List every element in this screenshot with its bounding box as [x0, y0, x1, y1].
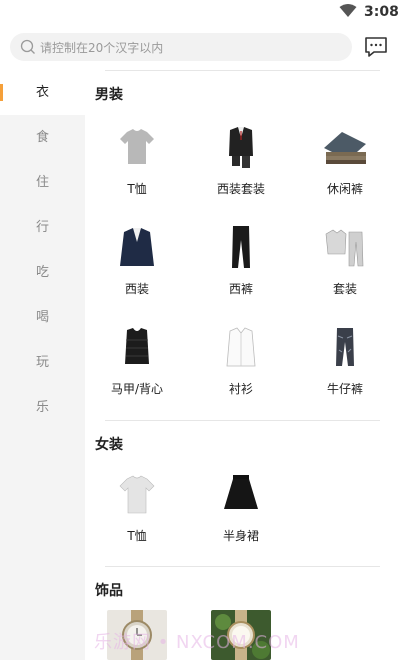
wifi-icon — [339, 4, 357, 17]
category-sidebar: 衣 食 住 行 吃 喝 玩 乐 — [0, 70, 85, 660]
product-tile[interactable]: 套装 — [293, 222, 397, 312]
product-tile[interactable]: 西裤 — [189, 222, 293, 312]
sidebar-item-drink[interactable]: 喝 — [0, 295, 85, 340]
message-icon[interactable] — [364, 36, 388, 58]
product-label: 马甲/背心 — [110, 382, 164, 396]
product-tile[interactable]: 衬衫 — [189, 322, 293, 412]
casual-pants-icon — [324, 132, 366, 164]
jeans-icon — [336, 328, 354, 366]
product-tile[interactable]: 休闲裤 — [293, 122, 397, 212]
sidebar-item-play[interactable]: 玩 — [0, 340, 85, 385]
section-title-womens: 女装 — [95, 437, 123, 453]
search-icon — [20, 39, 35, 54]
tshirt-icon — [120, 129, 154, 164]
trousers-icon — [232, 226, 250, 268]
product-label: 牛仔裤 — [326, 382, 363, 396]
divider — [105, 566, 380, 567]
sidebar-item-food[interactable]: 食 — [0, 115, 85, 160]
section-title-mens: 男装 — [95, 87, 123, 103]
product-label: 衬衫 — [228, 382, 253, 396]
search-input[interactable]: 请控制在20个汉字以内 — [10, 33, 352, 61]
clock: 3:08 — [364, 4, 399, 20]
category-content: 男装 T恤 西装套装 休闲裤 西装 西裤 套装 马甲/背心 衬衫 牛仔裤 女装 … — [85, 70, 400, 660]
product-tile[interactable]: T恤 — [85, 122, 189, 212]
product-label: 套装 — [332, 282, 357, 296]
product-label: T恤 — [127, 182, 147, 196]
tshirt-icon — [119, 475, 155, 514]
skirt-icon — [224, 475, 258, 509]
section-title-accessories: 饰品 — [95, 583, 123, 599]
blazer-icon — [120, 228, 154, 266]
sidebar-item-housing[interactable]: 住 — [0, 160, 85, 205]
watermark: 乐游网 • NXCOM.COM — [94, 632, 300, 653]
sidebar-item-travel[interactable]: 行 — [0, 205, 85, 250]
product-tile[interactable]: 牛仔裤 — [293, 322, 397, 412]
product-tile[interactable]: 西装 — [85, 222, 189, 312]
product-label: 半身裙 — [222, 529, 259, 543]
product-tile[interactable]: T恤 — [85, 469, 189, 559]
product-label: 西装 — [124, 282, 149, 296]
sidebar-item-fun[interactable]: 乐 — [0, 385, 85, 430]
vest-icon — [125, 328, 149, 364]
divider — [105, 420, 380, 421]
status-bar: 3:08 — [0, 0, 400, 26]
shirt-icon — [226, 327, 256, 367]
product-tile[interactable]: 西装套装 — [189, 122, 293, 212]
tracksuit-icon — [325, 229, 364, 267]
sidebar-item-clothing[interactable]: 衣 — [0, 70, 85, 115]
product-label: 休闲裤 — [326, 182, 363, 196]
suit-set-icon — [229, 127, 253, 168]
product-tile[interactable]: 半身裙 — [189, 469, 293, 559]
product-label: 西裤 — [228, 282, 253, 296]
product-label: T恤 — [127, 529, 147, 543]
divider — [105, 70, 380, 71]
sidebar-item-eat[interactable]: 吃 — [0, 250, 85, 295]
product-label: 西装套装 — [216, 182, 265, 196]
product-tile[interactable]: 马甲/背心 — [85, 322, 189, 412]
search-placeholder: 请控制在20个汉字以内 — [40, 41, 164, 55]
